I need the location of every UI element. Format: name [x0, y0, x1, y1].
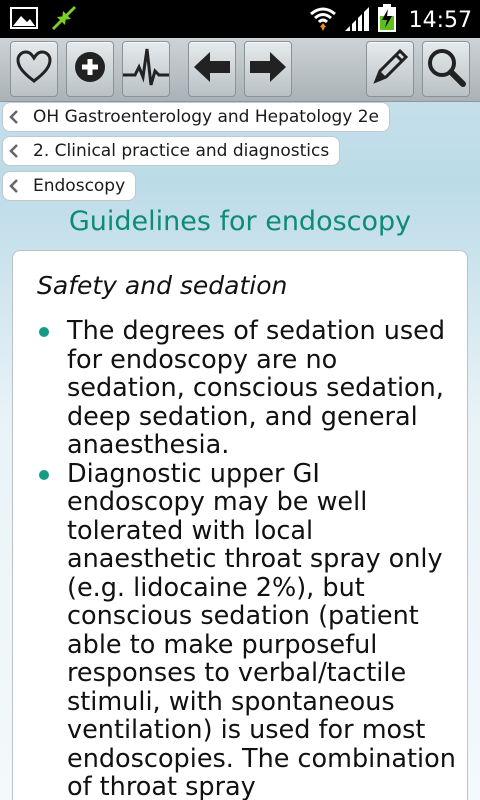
pencil-icon: [370, 47, 410, 91]
bullet-list: The degrees of sedation used for endosco…: [13, 316, 467, 800]
content-card[interactable]: Safety and sedation The degrees of sedat…: [12, 250, 468, 800]
status-clock: 14:57: [408, 7, 472, 33]
chevron-left-icon: [9, 110, 23, 124]
bullet-dot-icon: [39, 469, 49, 480]
annotate-button[interactable]: [366, 41, 414, 97]
magnifier-icon: [426, 47, 466, 91]
toolbar: [0, 38, 480, 102]
forward-button[interactable]: [244, 41, 292, 97]
list-item-text: Diagnostic upper GI endoscopy may be wel…: [67, 458, 456, 800]
list-item-text: The degrees of sedation used for endosco…: [67, 316, 446, 460]
breadcrumb-chapter[interactable]: 2. Clinical practice and diagnostics: [2, 136, 341, 166]
page-title: Guidelines for endoscopy: [68, 206, 412, 237]
sync-icon: [50, 6, 78, 34]
battery-charging-icon: [377, 4, 397, 36]
status-bar: 14:57: [0, 0, 480, 38]
search-button[interactable]: [422, 41, 470, 97]
arrow-right-icon: [250, 52, 286, 86]
section-title: Safety and sedation: [37, 271, 288, 300]
wifi-icon: [309, 5, 337, 35]
pulse-icon: [123, 47, 169, 91]
add-button[interactable]: [66, 41, 114, 97]
breadcrumb-book[interactable]: OH Gastroenterology and Hepatology 2e: [2, 102, 391, 132]
heart-icon: [16, 50, 52, 88]
breadcrumb-label: Endoscopy: [33, 176, 126, 196]
bullet-dot-icon: [39, 327, 49, 337]
chevron-left-icon: [9, 144, 23, 158]
breadcrumb-section[interactable]: Endoscopy: [2, 171, 137, 201]
chevron-left-icon: [9, 179, 23, 193]
arrow-left-icon: [194, 52, 230, 86]
list-item: The degrees of sedation used for endosco…: [13, 316, 467, 460]
breadcrumb-label: OH Gastroenterology and Hepatology 2e: [33, 107, 380, 127]
history-button[interactable]: [122, 41, 170, 97]
breadcrumb-label: 2. Clinical practice and diagnostics: [33, 141, 330, 161]
favorites-button[interactable]: [10, 41, 58, 97]
back-button[interactable]: [188, 41, 236, 97]
signal-icon: [343, 5, 371, 35]
gallery-icon: [10, 7, 38, 33]
plus-circle-icon: [74, 51, 106, 87]
list-item: Diagnostic upper GI endoscopy may be wel…: [13, 458, 467, 800]
